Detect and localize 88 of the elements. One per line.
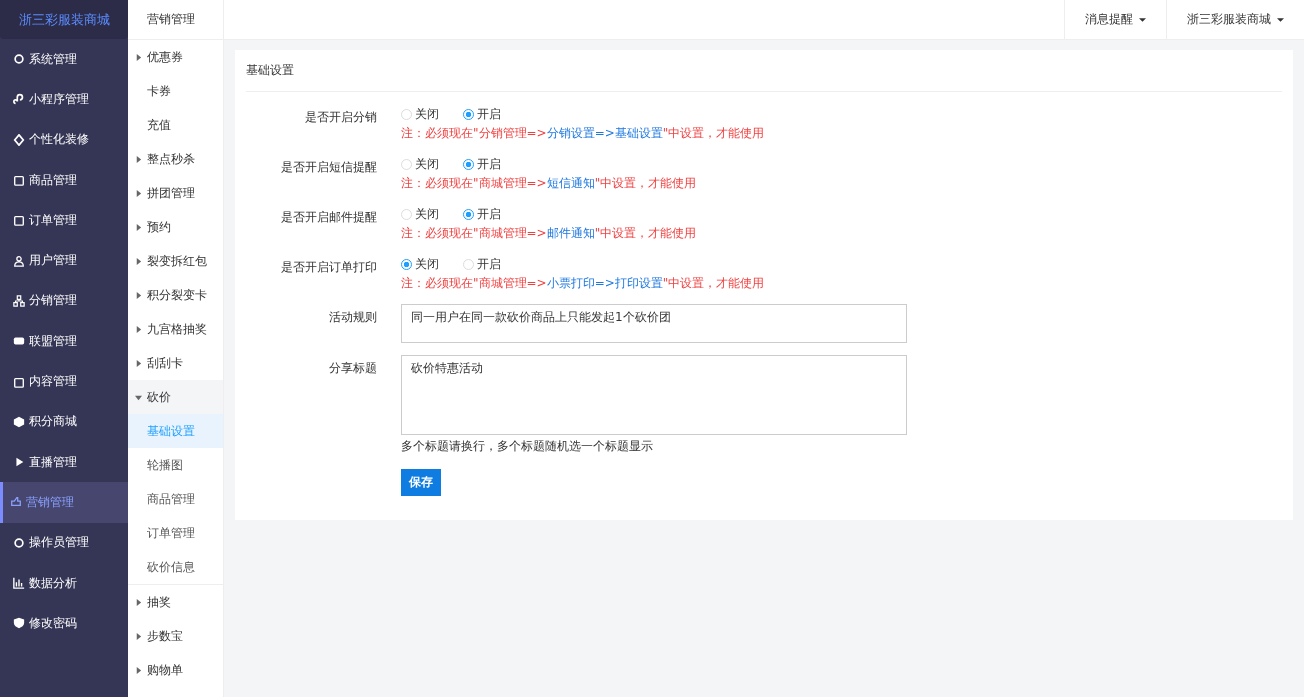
note-text: 注：必须现在"商城管理=>邮件通知"中设置，才能使用: [401, 225, 697, 242]
rule-textarea[interactable]: 同一用户在同一款砍价商品上只能发起1个砍价团: [401, 304, 907, 343]
submenu-group[interactable]: 九宫格抽奖: [128, 312, 223, 346]
submenu-item[interactable]: 订单管理: [128, 516, 223, 550]
caret-icon: [135, 359, 142, 367]
dropdown-menu[interactable]: 消息提醒: [1064, 0, 1166, 39]
note-text: 注：必须现在"分销管理=>分销设置=>基础设置"中设置，才能使用: [401, 125, 765, 142]
caret-icon: [135, 325, 142, 333]
radio-option[interactable]: 开启: [463, 255, 501, 273]
form-label: 活动规则: [328, 309, 377, 326]
sidebar-item[interactable]: 修改密码: [0, 603, 128, 644]
caret-icon: [135, 223, 142, 231]
sidebar-item[interactable]: 个性化装修: [0, 119, 128, 160]
submenu-group[interactable]: 裂变拆红包: [128, 244, 223, 278]
caret-icon: [135, 393, 142, 401]
note-text: 注：必须现在"商城管理=>小票打印=>打印设置"中设置，才能使用: [401, 275, 765, 292]
submenu-title: 营销管理: [128, 0, 223, 40]
caret-icon: [135, 53, 142, 61]
menu-icon: [13, 93, 25, 106]
caret-icon: [135, 666, 142, 674]
submenu-group[interactable]: 积分裂变卡: [128, 278, 223, 312]
form-label: 是否开启订单打印: [280, 259, 377, 276]
submenu-group[interactable]: 拼团管理: [128, 176, 223, 210]
sidebar-item[interactable]: 系统管理: [0, 39, 128, 80]
sidebar-item[interactable]: 营销管理: [0, 482, 128, 523]
radio-option[interactable]: 关闭: [401, 255, 439, 273]
sidebar-item[interactable]: 订单管理: [0, 200, 128, 241]
radio-option[interactable]: 关闭: [401, 205, 439, 223]
form-label: 是否开启短信提醒: [280, 159, 377, 176]
dropdown-menu[interactable]: 浙三彩服装商城: [1166, 0, 1304, 39]
submenu-group[interactable]: 砍价: [128, 380, 223, 414]
sidebar-item[interactable]: 直播管理: [0, 441, 128, 483]
radio-option[interactable]: 开启: [463, 155, 501, 173]
submenu-group[interactable]: 步数宝: [128, 619, 223, 653]
note-text: 注：必须现在"商城管理=>短信通知"中设置，才能使用: [401, 175, 697, 192]
submenu-item[interactable]: 商品管理: [128, 482, 223, 516]
sidebar-item[interactable]: 联盟管理: [0, 321, 128, 362]
submenu-item[interactable]: 卡券: [128, 74, 223, 108]
caret-icon: [135, 598, 142, 606]
menu-icon: [10, 496, 22, 509]
menu-icon: [13, 294, 25, 307]
menu-icon: [13, 415, 25, 428]
sidebar-item[interactable]: 内容管理: [0, 361, 128, 402]
form-label: 是否开启分销: [304, 109, 377, 126]
caret-icon: [135, 291, 142, 299]
radio-option[interactable]: 关闭: [401, 105, 439, 123]
menu-icon: [13, 53, 25, 66]
submenu-item[interactable]: 轮播图: [128, 448, 223, 482]
sidebar-item[interactable]: 数据分析: [0, 562, 128, 604]
submenu-item[interactable]: 充值: [128, 108, 223, 142]
form-label: 是否开启邮件提醒: [280, 209, 377, 226]
caret-icon: [135, 632, 142, 640]
save-button[interactable]: 保存: [401, 469, 441, 496]
radio-option[interactable]: 开启: [463, 105, 501, 123]
submenu-item[interactable]: 砍价信息: [128, 550, 223, 584]
sidebar-item[interactable]: 小程序管理: [0, 79, 128, 120]
menu-icon: [13, 577, 25, 589]
submenu-group[interactable]: 整点秒杀: [128, 142, 223, 176]
help-text: 多个标题请换行，多个标题随机选一个标题显示: [401, 438, 654, 455]
sidebar-item[interactable]: 用户管理: [0, 240, 128, 281]
caret-icon: [1277, 17, 1284, 22]
radio-option[interactable]: 关闭: [401, 155, 439, 173]
submenu-group[interactable]: 优惠券: [128, 40, 223, 74]
menu-icon: [13, 456, 25, 469]
caret-icon: [135, 257, 142, 265]
menu-icon: [13, 536, 25, 549]
menu-icon: [13, 133, 25, 146]
menu-icon: [13, 214, 25, 227]
radio-option[interactable]: 开启: [463, 205, 501, 223]
menu-icon: [13, 375, 25, 388]
submenu-group[interactable]: 预约: [128, 210, 223, 244]
sidebar-item[interactable]: 积分商城: [0, 401, 128, 442]
submenu-group[interactable]: 购物单: [128, 653, 223, 687]
menu-icon: [13, 617, 25, 630]
logo-text: 浙三彩服装商城: [0, 0, 128, 39]
menu-icon: [13, 174, 25, 187]
caret-icon: [135, 189, 142, 197]
menu-icon: [13, 254, 25, 267]
form-label: 分享标题: [328, 360, 377, 377]
caret-icon: [135, 155, 142, 163]
share-title-textarea[interactable]: 砍价特惠活动: [401, 355, 907, 435]
card-title: 基础设置: [246, 50, 1282, 92]
submenu-group[interactable]: 抽奖: [128, 585, 223, 619]
submenu-group[interactable]: 刮刮卡: [128, 346, 223, 380]
sidebar-item[interactable]: 分销管理: [0, 280, 128, 322]
sidebar-item[interactable]: 操作员管理: [0, 522, 128, 563]
sidebar-item[interactable]: 商品管理: [0, 159, 128, 201]
caret-icon: [1139, 17, 1146, 22]
